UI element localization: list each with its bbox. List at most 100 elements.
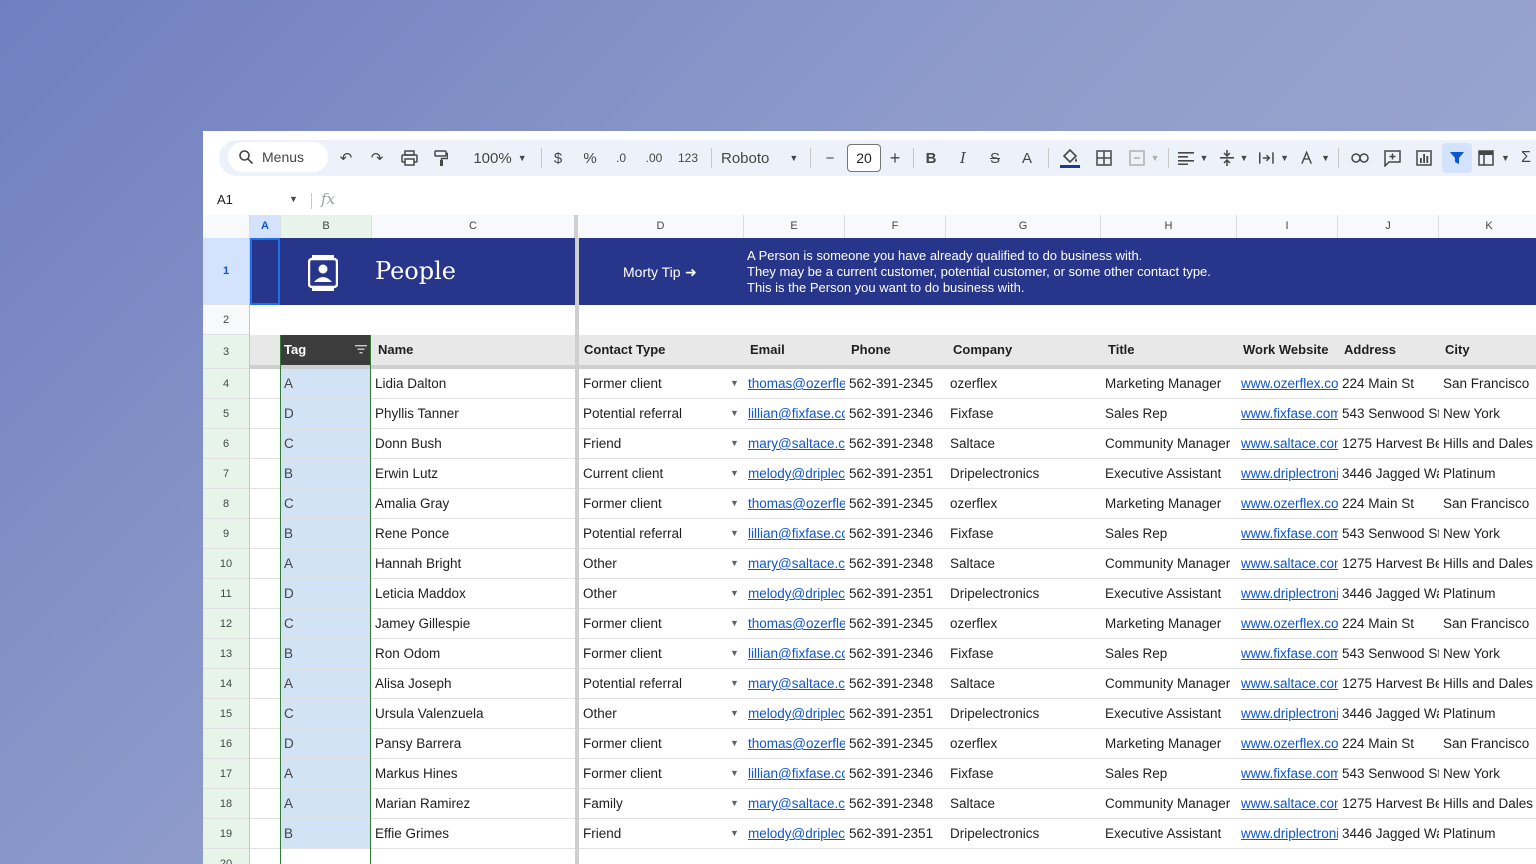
column-header-f[interactable]: F	[845, 215, 946, 238]
cell-work-website[interactable]: www.saltace.com	[1237, 669, 1338, 698]
cell-work-website[interactable]: www.driplectroni	[1237, 819, 1338, 848]
filter-views-icon[interactable]: ▼	[1476, 140, 1512, 176]
vertical-align-icon[interactable]: ▼	[1219, 140, 1249, 176]
merge-cells-icon[interactable]: ▼	[1126, 140, 1162, 176]
row-header[interactable]: 8	[203, 489, 249, 519]
cell-work-website[interactable]: www.saltace.com	[1237, 429, 1338, 458]
dropdown-chevron-icon[interactable]: ▼	[730, 519, 739, 548]
header-city[interactable]: City	[1441, 335, 1470, 365]
select-all-corner[interactable]	[203, 215, 250, 238]
header-title[interactable]: Title	[1104, 335, 1135, 365]
text-wrap-icon[interactable]: ▼	[1259, 140, 1289, 176]
currency-button[interactable]: $	[549, 140, 567, 176]
cell-work-website[interactable]: www.saltace.com	[1237, 789, 1338, 818]
cell-contact-type[interactable]: Former client	[579, 639, 729, 668]
row-header[interactable]: 20	[203, 849, 249, 864]
text-color-button[interactable]: A	[1018, 140, 1036, 176]
cell-work-website[interactable]: www.saltace.com	[1237, 549, 1338, 578]
dropdown-chevron-icon[interactable]: ▼	[730, 399, 739, 428]
dropdown-chevron-icon[interactable]: ▼	[730, 489, 739, 518]
row-header[interactable]: 9	[203, 519, 249, 549]
text-rotation-icon[interactable]: ▼	[1300, 140, 1330, 176]
row-header[interactable]: 13	[203, 639, 249, 669]
borders-icon[interactable]	[1094, 140, 1114, 176]
fill-color-icon[interactable]	[1058, 140, 1082, 176]
cell-contact-type[interactable]: Former client	[579, 609, 729, 638]
cell-work-website[interactable]: www.ozerflex.co	[1237, 729, 1338, 758]
cell-contact-type[interactable]: Former client	[579, 729, 729, 758]
cell-work-website[interactable]: www.fixfase.com	[1237, 759, 1338, 788]
header-company[interactable]: Company	[949, 335, 1012, 365]
row-header[interactable]: 18	[203, 789, 249, 819]
cell-email[interactable]: mary@saltace.c	[744, 549, 845, 578]
filter-icon[interactable]	[1446, 140, 1468, 176]
header-name[interactable]: Name	[374, 335, 413, 365]
cell-work-website[interactable]: www.ozerflex.co	[1237, 369, 1338, 398]
header-work-website[interactable]: Work Website	[1239, 335, 1328, 365]
cell-email[interactable]: lillian@fixfase.cc	[744, 399, 845, 428]
row-header[interactable]: 5	[203, 399, 249, 429]
cell-contact-type[interactable]: Current client	[579, 459, 729, 488]
column-header-j[interactable]: J	[1338, 215, 1439, 238]
cell-email[interactable]: lillian@fixfase.cc	[744, 639, 845, 668]
dropdown-chevron-icon[interactable]: ▼	[730, 729, 739, 758]
align-left-icon[interactable]: ▼	[1177, 140, 1209, 176]
number-format-button[interactable]: 123	[676, 140, 700, 176]
cell-contact-type[interactable]: Former client	[579, 759, 729, 788]
cell-contact-type[interactable]: Other	[579, 549, 729, 578]
header-phone[interactable]: Phone	[847, 335, 891, 365]
row-header[interactable]: 17	[203, 759, 249, 789]
cell-email[interactable]: melody@driplec	[744, 699, 845, 728]
dropdown-chevron-icon[interactable]: ▼	[730, 699, 739, 728]
dropdown-chevron-icon[interactable]: ▼	[730, 639, 739, 668]
header-address[interactable]: Address	[1340, 335, 1396, 365]
cell-contact-type[interactable]: Other	[579, 579, 729, 608]
row-header[interactable]: 15	[203, 699, 249, 729]
row-header[interactable]: 6	[203, 429, 249, 459]
header-tag[interactable]: Tag	[280, 335, 371, 365]
insert-comment-icon[interactable]	[1381, 140, 1403, 176]
frozen-column-divider[interactable]	[575, 238, 579, 864]
dropdown-chevron-icon[interactable]: ▼	[730, 459, 739, 488]
cell-work-website[interactable]: www.driplectroni	[1237, 579, 1338, 608]
column-header-h[interactable]: H	[1101, 215, 1237, 238]
column-header-a[interactable]: A	[250, 215, 281, 238]
row-header[interactable]: 1	[203, 238, 249, 305]
cell-contact-type[interactable]: Former client	[579, 489, 729, 518]
print-icon[interactable]	[399, 140, 419, 176]
row-header[interactable]: 19	[203, 819, 249, 849]
redo-icon[interactable]: ↷	[367, 140, 387, 176]
dropdown-chevron-icon[interactable]: ▼	[730, 759, 739, 788]
font-size-increase-button[interactable]: +	[886, 140, 904, 176]
cell-email[interactable]: mary@saltace.c	[744, 429, 845, 458]
cell-email[interactable]: lillian@fixfase.cc	[744, 759, 845, 788]
name-box[interactable]: A1	[217, 192, 233, 207]
insert-link-icon[interactable]	[1349, 140, 1371, 176]
cell-work-website[interactable]: www.fixfase.com	[1237, 639, 1338, 668]
cell-email[interactable]: melody@driplec	[744, 579, 845, 608]
cell-contact-type[interactable]: Potential referral	[579, 399, 729, 428]
font-select[interactable]: Roboto ▼	[721, 140, 803, 176]
cell-contact-type[interactable]: Family	[579, 789, 729, 818]
dropdown-chevron-icon[interactable]: ▼	[730, 609, 739, 638]
row-header[interactable]: 12	[203, 609, 249, 639]
cell-email[interactable]: mary@saltace.c	[744, 669, 845, 698]
menus-search[interactable]: Menus	[228, 142, 328, 172]
filter-lines-icon[interactable]	[355, 344, 367, 354]
zoom-select[interactable]: 100% ▼	[465, 140, 535, 176]
cell-work-website[interactable]: www.driplectroni	[1237, 699, 1338, 728]
dropdown-chevron-icon[interactable]: ▼	[730, 789, 739, 818]
dropdown-chevron-icon[interactable]: ▼	[730, 429, 739, 458]
column-header-d[interactable]: D	[578, 215, 744, 238]
cell-work-website[interactable]: www.fixfase.com	[1237, 519, 1338, 548]
cell-work-website[interactable]: www.fixfase.com	[1237, 399, 1338, 428]
cell-email[interactable]: melody@driplec	[744, 459, 845, 488]
cell-contact-type[interactable]: Potential referral	[579, 669, 729, 698]
increase-decimal-button[interactable]: .00	[643, 140, 665, 176]
header-email[interactable]: Email	[746, 335, 785, 365]
cell-email[interactable]: lillian@fixfase.cc	[744, 519, 845, 548]
percent-button[interactable]: %	[581, 140, 599, 176]
cell-a1-selected[interactable]	[250, 238, 280, 305]
strikethrough-button[interactable]: S	[986, 140, 1004, 176]
header-contact-type[interactable]: Contact Type	[580, 335, 665, 365]
